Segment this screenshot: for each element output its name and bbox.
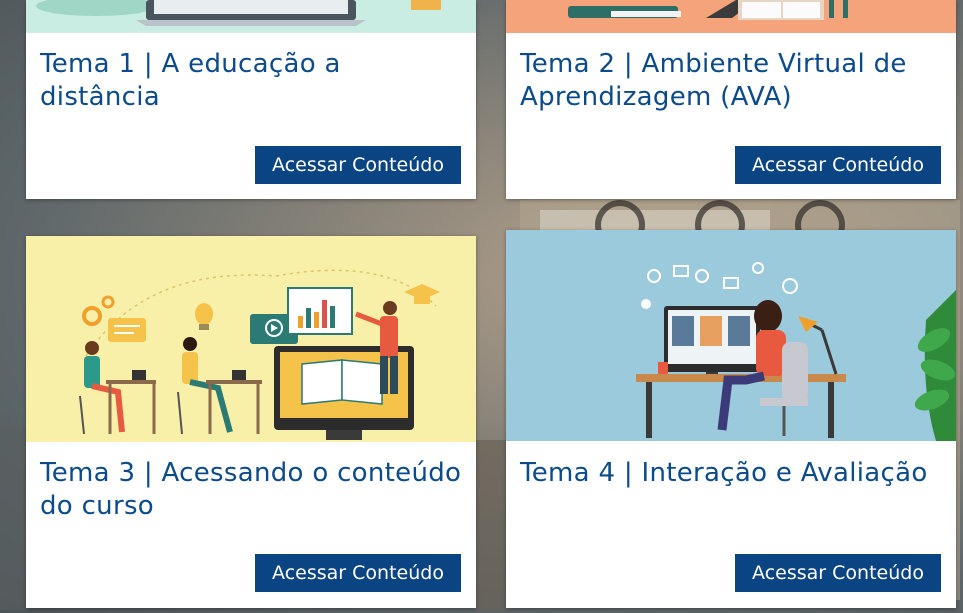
- access-content-button[interactable]: Acessar Conteúdo: [735, 554, 941, 592]
- course-card-tema-4: Tema 4 | Interação e Avaliação Acessar C…: [506, 230, 956, 608]
- access-content-button[interactable]: Acessar Conteúdo: [735, 146, 941, 184]
- course-card-tema-2: Tema 2 | Ambiente Virtual de Aprendizage…: [506, 0, 956, 199]
- course-illustration: [26, 0, 476, 33]
- course-card-tema-3: Tema 3 | Acessando o conteúdo do curso A…: [26, 236, 476, 608]
- course-illustration: [506, 230, 956, 441]
- access-content-button[interactable]: Acessar Conteúdo: [255, 146, 461, 184]
- course-card-tema-1: Tema 1 | A educação a distância Acessar …: [26, 0, 476, 199]
- card-title: Tema 4 | Interação e Avaliação: [520, 458, 928, 488]
- card-title: Tema 3 | Acessando o conteúdo do curso: [40, 458, 462, 521]
- course-illustration: [506, 0, 956, 33]
- access-content-button[interactable]: Acessar Conteúdo: [255, 554, 461, 592]
- card-title: Tema 1 | A educação a distância: [40, 49, 341, 112]
- course-illustration: [26, 236, 476, 442]
- card-title: Tema 2 | Ambiente Virtual de Aprendizage…: [520, 49, 907, 112]
